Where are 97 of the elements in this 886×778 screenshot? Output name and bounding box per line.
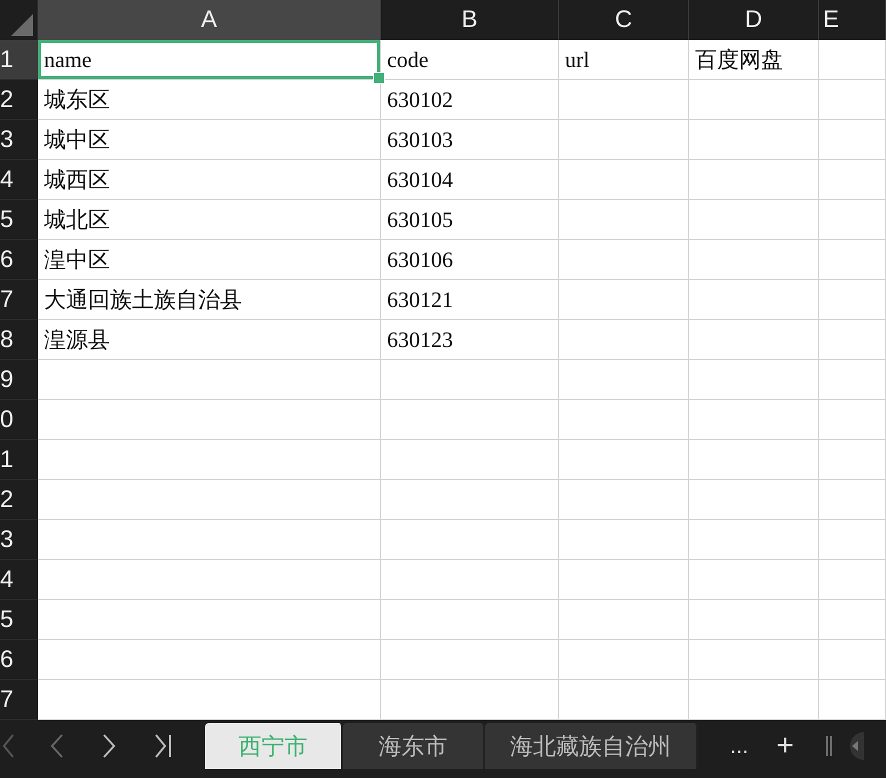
table-cell[interactable] — [559, 80, 689, 120]
table-cell[interactable] — [819, 200, 886, 240]
table-cell[interactable] — [689, 440, 819, 480]
table-cell[interactable] — [689, 160, 819, 200]
last-sheet-icon[interactable] — [154, 734, 172, 758]
table-cell[interactable] — [819, 600, 886, 640]
table-cell[interactable] — [559, 560, 689, 600]
table-cell[interactable]: 630123 — [381, 320, 559, 360]
table-cell[interactable]: url — [559, 40, 689, 80]
table-cell[interactable] — [559, 600, 689, 640]
table-cell[interactable]: 城东区 — [38, 80, 381, 120]
table-cell[interactable] — [559, 520, 689, 560]
table-cell[interactable] — [381, 520, 559, 560]
table-cell[interactable] — [689, 360, 819, 400]
table-cell[interactable] — [381, 440, 559, 480]
table-cell[interactable] — [819, 40, 886, 80]
select-all-icon[interactable] — [11, 14, 33, 36]
table-cell[interactable] — [381, 600, 559, 640]
sheet-tab[interactable]: 海北藏族自治州 — [485, 723, 698, 769]
table-cell[interactable]: 630102 — [381, 80, 559, 120]
table-cell[interactable] — [819, 400, 886, 440]
table-cell[interactable] — [38, 440, 381, 480]
table-cell[interactable] — [559, 480, 689, 520]
table-cell[interactable] — [559, 400, 689, 440]
table-cell[interactable] — [689, 200, 819, 240]
fill-handle[interactable] — [373, 72, 385, 84]
table-cell[interactable] — [38, 520, 381, 560]
table-cell[interactable] — [819, 480, 886, 520]
table-cell[interactable] — [689, 520, 819, 560]
table-cell[interactable] — [689, 600, 819, 640]
table-cell[interactable]: 630121 — [381, 280, 559, 320]
table-cell[interactable] — [689, 480, 819, 520]
table-cell[interactable] — [38, 680, 381, 720]
table-cell[interactable] — [689, 320, 819, 360]
first-sheet-icon[interactable] — [2, 734, 14, 758]
table-cell[interactable]: 百度网盘 — [689, 40, 819, 80]
table-cell[interactable]: 大通回族土族自治县 — [38, 280, 381, 320]
table-cell[interactable] — [559, 120, 689, 160]
table-cell[interactable]: 630106 — [381, 240, 559, 280]
table-cell[interactable] — [381, 640, 559, 680]
table-cell[interactable] — [38, 400, 381, 440]
table-cell[interactable] — [559, 200, 689, 240]
table-cell[interactable] — [381, 680, 559, 720]
table-cell[interactable] — [819, 640, 886, 680]
row-header[interactable]: 1 — [0, 40, 38, 80]
table-cell[interactable] — [559, 240, 689, 280]
table-cell[interactable] — [559, 640, 689, 680]
table-cell[interactable] — [689, 120, 819, 160]
table-cell[interactable] — [819, 520, 886, 560]
table-cell[interactable] — [689, 400, 819, 440]
table-cell[interactable] — [381, 480, 559, 520]
table-cell[interactable] — [559, 280, 689, 320]
previous-sheet-icon[interactable] — [50, 734, 64, 758]
table-cell[interactable] — [689, 280, 819, 320]
table-cell[interactable] — [559, 680, 689, 720]
table-cell[interactable] — [819, 240, 886, 280]
table-cell[interactable] — [559, 160, 689, 200]
table-cell[interactable] — [381, 360, 559, 400]
table-cell[interactable]: 630103 — [381, 120, 559, 160]
add-sheet-button[interactable]: + — [776, 723, 794, 769]
more-sheets-button[interactable]: ... — [730, 723, 748, 769]
table-cell[interactable]: 城中区 — [38, 120, 381, 160]
table-cell[interactable]: 630105 — [381, 200, 559, 240]
table-cell[interactable] — [689, 80, 819, 120]
table-cell[interactable] — [819, 160, 886, 200]
table-cell[interactable]: 城西区 — [38, 160, 381, 200]
column-header[interactable]: A — [38, 0, 381, 40]
table-cell[interactable] — [819, 120, 886, 160]
table-cell[interactable] — [689, 640, 819, 680]
table-cell[interactable] — [381, 400, 559, 440]
table-cell[interactable] — [819, 320, 886, 360]
table-cell[interactable] — [559, 360, 689, 400]
table-cell[interactable] — [819, 360, 886, 400]
table-cell[interactable] — [689, 240, 819, 280]
table-cell[interactable] — [381, 560, 559, 600]
table-cell[interactable] — [689, 560, 819, 600]
table-cell[interactable] — [38, 600, 381, 640]
table-cell[interactable]: 湟源县 — [38, 320, 381, 360]
table-cell[interactable] — [819, 80, 886, 120]
next-sheet-icon[interactable] — [102, 734, 116, 758]
table-cell[interactable] — [38, 360, 381, 400]
table-cell[interactable] — [38, 480, 381, 520]
table-cell[interactable]: 城北区 — [38, 200, 381, 240]
table-cell[interactable]: 630104 — [381, 160, 559, 200]
table-cell[interactable] — [38, 560, 381, 600]
table-cell[interactable] — [819, 560, 886, 600]
table-cell[interactable] — [38, 640, 381, 680]
splitter-handle-icon[interactable] — [826, 736, 832, 756]
table-cell[interactable] — [819, 280, 886, 320]
table-cell[interactable] — [559, 320, 689, 360]
table-cell[interactable] — [689, 680, 819, 720]
sheet-tab[interactable]: 海东市 — [343, 723, 485, 769]
table-cell[interactable] — [559, 440, 689, 480]
table-cell[interactable] — [819, 680, 886, 720]
table-cell[interactable]: code — [381, 40, 559, 80]
table-cell[interactable]: 湟中区 — [38, 240, 381, 280]
table-cell[interactable] — [819, 440, 886, 480]
